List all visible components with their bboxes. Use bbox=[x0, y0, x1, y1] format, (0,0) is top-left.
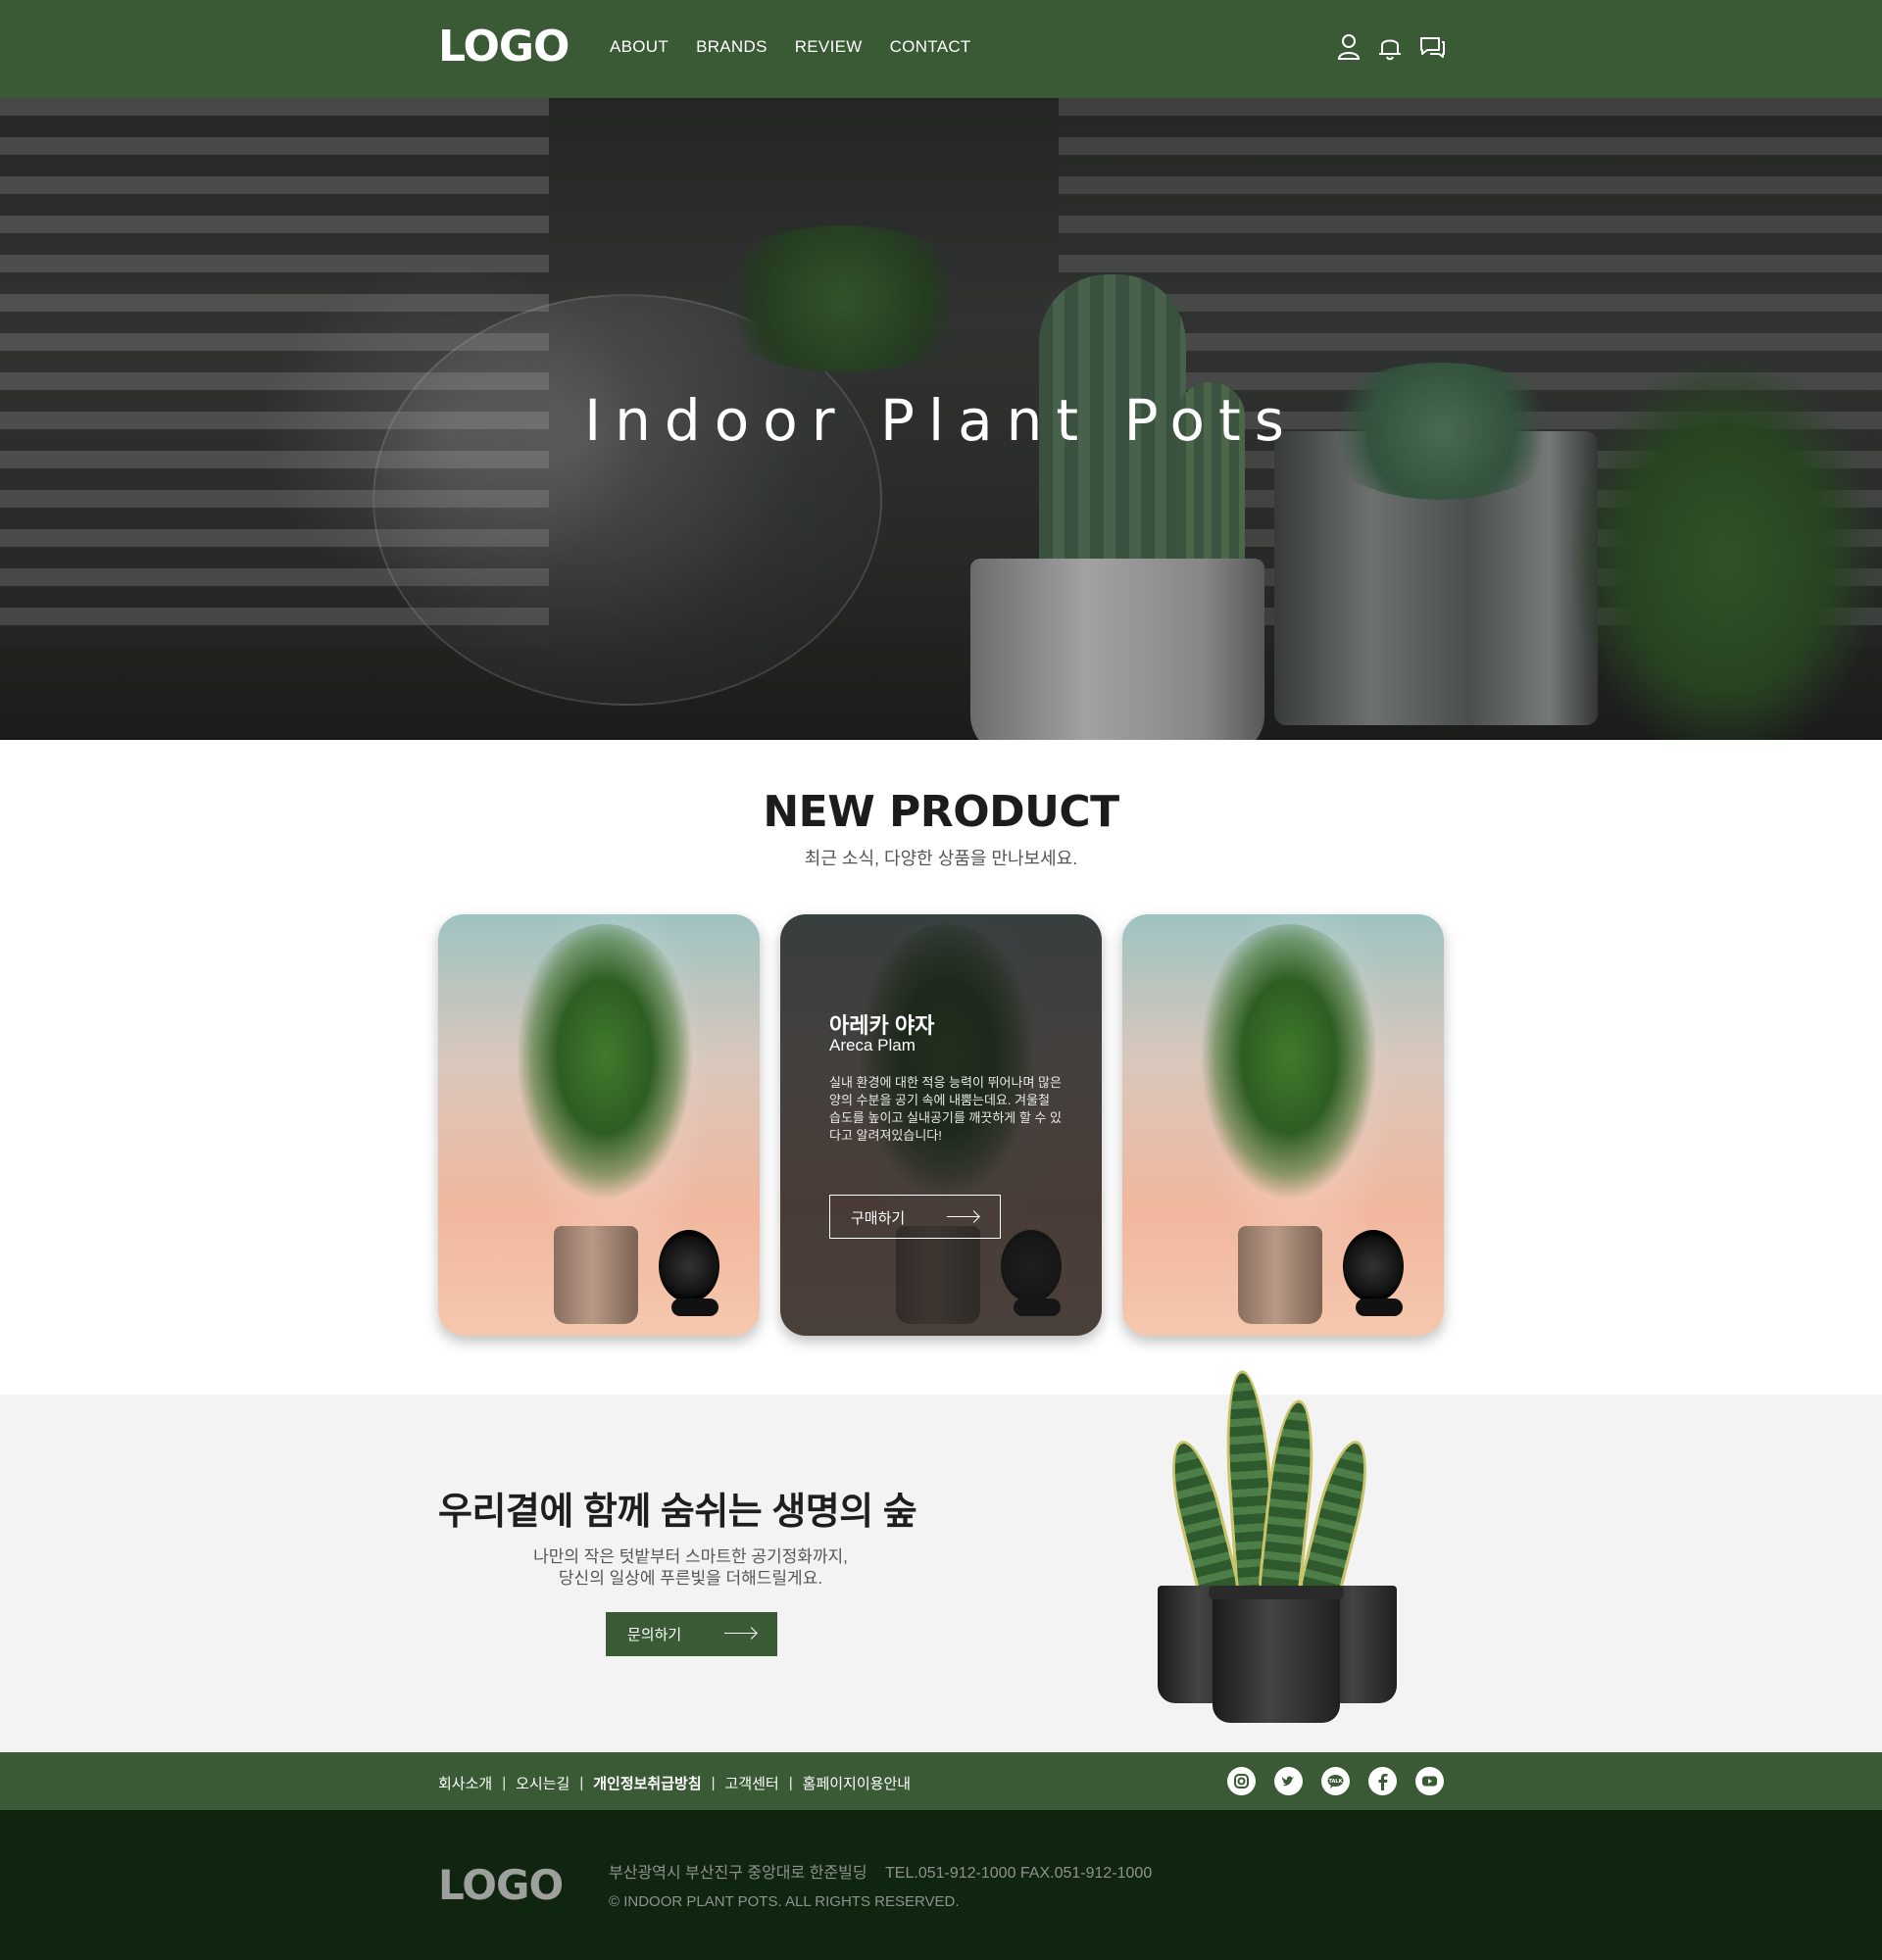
buy-button-label: 구매하기 bbox=[851, 1210, 906, 1227]
snake-plant-image bbox=[1152, 1368, 1416, 1742]
hero-banner: Indoor Plant Pots bbox=[0, 98, 1882, 740]
forest-banner: 우리곁에 함께 숨쉬는 생명의 숲 나만의 작은 텃밭부터 스마트한 공기정화까… bbox=[0, 1368, 1882, 1752]
product-name-en: Areca Plam bbox=[829, 1036, 916, 1054]
inquiry-button-label: 문의하기 bbox=[627, 1627, 682, 1643]
chat-icon[interactable] bbox=[1418, 33, 1445, 61]
main-nav: ABOUT BRANDS REVIEW CONTACT bbox=[610, 37, 971, 57]
link-privacy[interactable]: 개인정보취급방침 bbox=[593, 1773, 701, 1793]
palm-image bbox=[507, 924, 703, 1218]
banner-text: 나만의 작은 텃밭부터 스마트한 공기정화까지, 당신의 일상에 푸른빛을 더해… bbox=[438, 1546, 943, 1590]
site-logo[interactable]: LOGO bbox=[438, 22, 570, 72]
hero-title: Indoor Plant Pots bbox=[584, 387, 1298, 454]
banner-text-line: 당신의 일상에 푸른빛을 더해드릴게요. bbox=[558, 1569, 823, 1588]
separator: | bbox=[502, 1775, 507, 1791]
product-cards: 아레카 야자 Areca Plam 실내 환경에 대한 적응 능력이 뛰어나며 … bbox=[438, 914, 1444, 1336]
separator: | bbox=[788, 1775, 793, 1791]
twitter-icon[interactable] bbox=[1274, 1767, 1303, 1795]
product-description: 실내 환경에 대한 적응 능력이 뛰어나며 많은 양의 수분을 공기 속에 내뿜… bbox=[829, 1075, 1062, 1143]
pot-image bbox=[554, 1226, 638, 1324]
fan-base-image bbox=[671, 1298, 718, 1316]
palm-image bbox=[1191, 924, 1387, 1218]
youtube-icon[interactable] bbox=[1415, 1767, 1444, 1795]
instagram-icon[interactable] bbox=[1227, 1767, 1256, 1795]
product-card-featured[interactable]: 아레카 야자 Areca Plam 실내 환경에 대한 적응 능력이 뛰어나며 … bbox=[780, 914, 1102, 1336]
header-icons bbox=[1336, 33, 1445, 61]
footer-copyright: © INDOOR PLANT POTS. ALL RIGHTS RESERVED… bbox=[609, 1893, 960, 1910]
footer-links: 회사소개 | 오시는길 | 개인정보취급방침 | 고객센터 | 홈페이지이용안내 bbox=[438, 1773, 911, 1793]
arrow-right-icon bbox=[724, 1633, 756, 1634]
nav-contact[interactable]: CONTACT bbox=[890, 37, 971, 57]
talk-label: TALK bbox=[1329, 1779, 1344, 1785]
black-pot bbox=[1213, 1595, 1340, 1723]
bell-icon[interactable] bbox=[1377, 33, 1403, 61]
facebook-icon[interactable] bbox=[1368, 1767, 1397, 1795]
site-footer: LOGO 부산광역시 부산진구 중앙대로 한준빌딩 TEL.051-912-10… bbox=[0, 1810, 1882, 1960]
product-card[interactable] bbox=[1122, 914, 1444, 1336]
fan-image bbox=[659, 1230, 719, 1302]
arrow-right-icon bbox=[947, 1216, 978, 1217]
footer-logo[interactable]: LOGO bbox=[438, 1861, 564, 1909]
pot-image bbox=[1238, 1226, 1322, 1324]
separator: | bbox=[579, 1775, 584, 1791]
link-support[interactable]: 고객센터 bbox=[725, 1773, 779, 1793]
footer-address: 부산광역시 부산진구 중앙대로 한준빌딩 bbox=[609, 1865, 867, 1882]
footer-links-bar: 회사소개 | 오시는길 | 개인정보취급방침 | 고객센터 | 홈페이지이용안내… bbox=[0, 1752, 1882, 1810]
site-header: LOGO ABOUT BRANDS REVIEW CONTACT bbox=[0, 0, 1882, 98]
footer-contact: TEL.051-912-1000 FAX.051-912-1000 bbox=[885, 1865, 1153, 1882]
section-subtitle: 최근 소식, 다양한 상품을 만나보세요. bbox=[804, 849, 1078, 868]
user-icon[interactable] bbox=[1336, 33, 1362, 61]
fan-image bbox=[1343, 1230, 1404, 1302]
pot-rim bbox=[1209, 1586, 1344, 1599]
buy-button[interactable]: 구매하기 bbox=[829, 1195, 1001, 1239]
nav-brands[interactable]: BRANDS bbox=[696, 37, 768, 57]
social-links: TALK bbox=[1227, 1767, 1444, 1795]
product-card[interactable] bbox=[438, 914, 760, 1336]
banner-title: 우리곁에 함께 숨쉬는 생명의 숲 bbox=[438, 1492, 917, 1533]
kakaotalk-icon[interactable]: TALK bbox=[1321, 1767, 1350, 1795]
nav-review[interactable]: REVIEW bbox=[795, 37, 863, 57]
link-directions[interactable]: 오시는길 bbox=[516, 1773, 570, 1793]
nav-about[interactable]: ABOUT bbox=[610, 37, 669, 57]
footer-address-line: 부산광역시 부산진구 중앙대로 한준빌딩 TEL.051-912-1000 FA… bbox=[609, 1859, 1152, 1883]
link-company[interactable]: 회사소개 bbox=[438, 1773, 492, 1793]
inquiry-button[interactable]: 문의하기 bbox=[606, 1612, 777, 1656]
fan-base-image bbox=[1356, 1298, 1403, 1316]
link-terms[interactable]: 홈페이지이용안내 bbox=[803, 1773, 911, 1793]
banner-text-line: 나만의 작은 텃밭부터 스마트한 공기정화까지, bbox=[533, 1547, 848, 1566]
separator: | bbox=[711, 1775, 716, 1791]
section-title: NEW PRODUCT bbox=[763, 787, 1119, 837]
